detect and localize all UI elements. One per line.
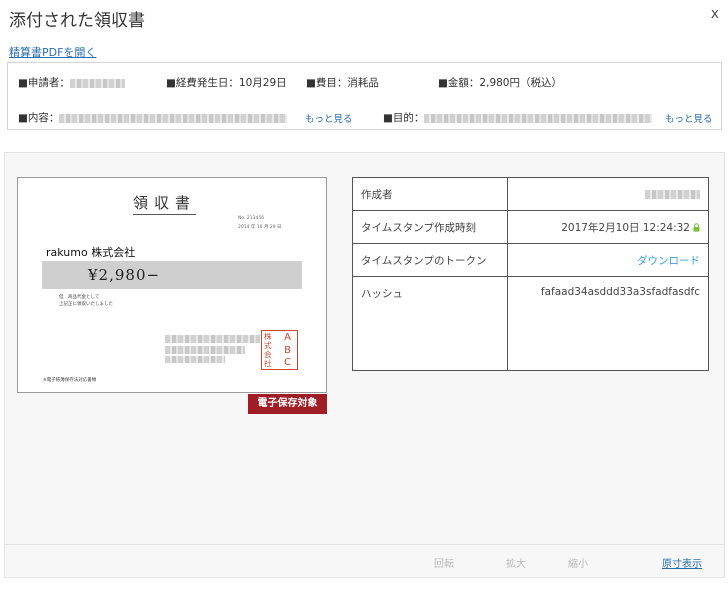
- receipt-title: 領収書: [133, 192, 197, 215]
- content-redacted: [59, 113, 288, 123]
- receipt-date: 2014 年 10 月 29 日: [238, 225, 282, 230]
- timestamp-info-table: 作成者 タイムスタンプ作成時刻 2017年2月10日 12:24:32 タイムス…: [352, 177, 709, 371]
- applicant-field: ■申請者：: [18, 75, 125, 90]
- electronic-storage-badge: 電子保存対象: [248, 394, 327, 414]
- category-label: ■費目：: [306, 77, 348, 89]
- zoom-out-button[interactable]: 縮小: [568, 555, 588, 570]
- expense-date-field: ■経費発生日：10月29日: [166, 75, 287, 90]
- receipt-image: 領収書 No. 213456 2014 年 10 月 29 日 rakumo 株…: [17, 177, 327, 393]
- category-value: 消耗品: [347, 77, 379, 89]
- creator-value: [507, 177, 709, 211]
- receipt-amount-band: [42, 261, 302, 289]
- company-seal-stamp: 株式会社 ABC: [261, 330, 298, 370]
- open-pdf-link[interactable]: 精算書PDFを開く: [9, 44, 96, 60]
- stamp-left-text: 株式会社: [264, 332, 272, 368]
- content-field: ■内容：: [18, 110, 288, 125]
- timestamp-token-cell: ダウンロード: [507, 243, 709, 277]
- actual-size-button[interactable]: 原寸表示: [662, 555, 702, 570]
- table-row: 作成者: [352, 177, 709, 211]
- category-field: ■費目：消耗品: [306, 75, 379, 90]
- issuer-redacted-line2: [165, 346, 245, 354]
- receipt-amount: ¥2,980−: [88, 266, 161, 284]
- toolbar-divider: [5, 544, 724, 545]
- applicant-label: ■申請者：: [18, 77, 70, 89]
- receipt-note-line2: 上記正に領収いたしました: [59, 302, 113, 307]
- expense-info-box: ■申請者： ■経費発生日：10月29日 ■費目：消耗品 ■金額：2,980円（税…: [7, 62, 722, 130]
- timestamp-time-value: 2017年2月10日 12:24:32: [561, 221, 690, 234]
- timestamp-token-key: タイムスタンプのトークン: [352, 243, 508, 277]
- amount-value: 2,980円（税込）: [479, 77, 562, 89]
- amount-field: ■金額：2,980円（税込）: [438, 75, 562, 90]
- lock-icon: [693, 223, 700, 232]
- creator-redacted: [645, 189, 700, 199]
- download-link[interactable]: ダウンロード: [637, 255, 700, 267]
- dialog-title: 添付された領収書: [9, 11, 145, 31]
- close-button[interactable]: x: [711, 6, 719, 22]
- table-row: ハッシュ fafaad34asddd33a3sfadfasdfc: [352, 276, 709, 371]
- applicant-redacted: [69, 78, 125, 88]
- zoom-in-button[interactable]: 拡大: [506, 555, 526, 570]
- content-more-link[interactable]: もっと見る: [305, 111, 353, 125]
- table-row: タイムスタンプのトークン ダウンロード: [352, 243, 709, 277]
- hash-value: fafaad34asddd33a3sfadfasdfc: [507, 276, 709, 371]
- receipt-footer-note: ※電子帳簿保存法対応書類: [43, 378, 97, 383]
- expense-date-label: ■経費発生日：: [166, 77, 239, 89]
- timestamp-time-key: タイムスタンプ作成時刻: [352, 210, 508, 244]
- timestamp-time-cell: 2017年2月10日 12:24:32: [507, 210, 709, 244]
- table-row: タイムスタンプ作成時刻 2017年2月10日 12:24:32: [352, 210, 709, 244]
- rotate-button[interactable]: 回転: [434, 555, 454, 570]
- hash-key: ハッシュ: [352, 276, 508, 371]
- receipt-number: No. 213456: [238, 216, 265, 221]
- creator-key: 作成者: [352, 177, 508, 211]
- purpose-more-link[interactable]: もっと見る: [665, 111, 713, 125]
- content-label: ■内容：: [18, 112, 60, 124]
- receipt-note-line1: 但 商品代金として: [59, 295, 100, 300]
- issuer-redacted-line1: [165, 335, 260, 343]
- issuer-redacted-line3: [165, 356, 225, 363]
- stamp-right-text: ABC: [284, 332, 291, 368]
- purpose-field: ■目的：: [383, 110, 653, 125]
- expense-date-value: 10月29日: [238, 77, 287, 89]
- amount-label: ■金額：: [438, 77, 480, 89]
- purpose-label: ■目的：: [383, 112, 425, 124]
- purpose-redacted: [424, 113, 653, 123]
- receipt-company: rakumo 株式会社: [46, 246, 136, 259]
